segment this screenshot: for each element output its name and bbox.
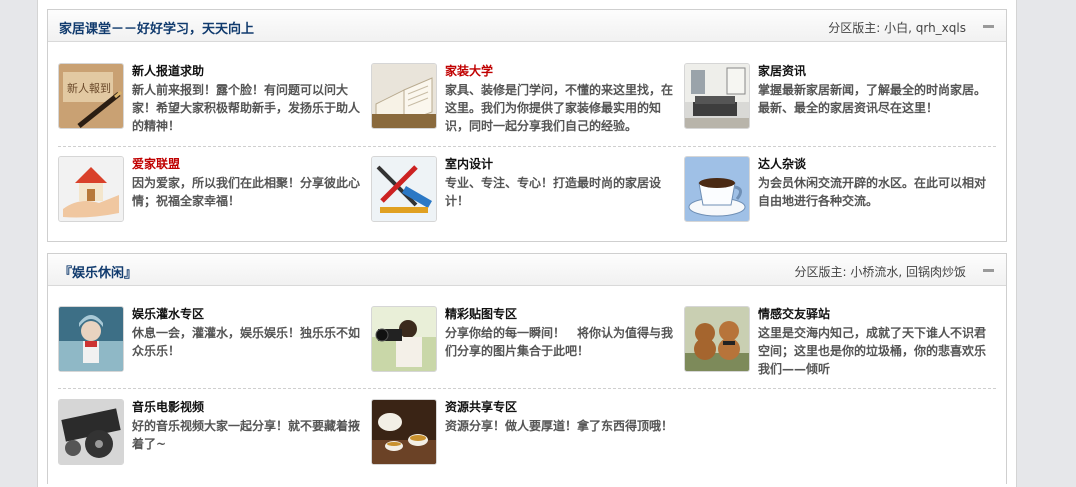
forum-item: 精彩贴图专区 分享你给的每一瞬间！ 将你认为值得与我们分享的图片集合于此吧！ (371, 306, 677, 376)
forum-description: 专业、专注、专心！打造最时尚的家居设计！ (445, 176, 662, 208)
pen-calligraphy-icon[interactable]: 新人報到 (58, 63, 124, 129)
forum-name[interactable]: 家装大学 (445, 63, 493, 79)
collapse-icon[interactable] (983, 25, 994, 28)
film-reel-icon[interactable] (58, 399, 124, 465)
forum-description: 分享你给的每一瞬间！ 将你认为值得与我们分享的图片集合于此吧！ (445, 326, 674, 358)
forum-item: 新人報到 新人报道求助 新人前来报到！露个脸！有问题可以问大家！希望大家积极帮助… (58, 63, 364, 133)
forum-description: 休息一会，灌灌水，娱乐娱乐！独乐乐不如众乐乐！ (132, 326, 361, 358)
row-divider (58, 146, 996, 147)
forum-name[interactable]: 爱家联盟 (132, 156, 180, 172)
forum-description: 因为爱家，所以我们在此相聚！分享彼此心情；祝福全家幸福！ (132, 176, 361, 208)
forum-description: 资源分享！做人要厚道！拿了东西得顶哦！ (445, 419, 674, 433)
anime-character-icon[interactable] (58, 306, 124, 372)
category-moderators: 分区版主: 小白, qrh_xqls (828, 21, 966, 35)
living-room-icon[interactable] (684, 63, 750, 129)
forum-name[interactable]: 音乐电影视频 (132, 399, 204, 415)
forum-description: 新人前来报到！露个脸！有问题可以问大家！希望大家积极帮助新手，发扬乐于助人的精神… (132, 83, 361, 133)
forum-name[interactable]: 资源共享专区 (445, 399, 517, 415)
forum-name[interactable]: 室内设计 (445, 156, 493, 172)
forum-item: 音乐电影视频 好的音乐视频大家一起分享！就不要藏着掖着了~ (58, 399, 364, 469)
open-book-icon[interactable] (371, 63, 437, 129)
forum-item: 资源共享专区 资源分享！做人要厚道！拿了东西得顶哦！ (371, 399, 677, 469)
photographer-icon[interactable] (371, 306, 437, 372)
forum-description: 这里是交海内知己，成就了天下谁人不识君空间；这里也是你的垃圾桶，你的悲喜欢乐我们… (758, 326, 987, 376)
forum-item: 爱家联盟 因为爱家，所以我们在此相聚！分享彼此心情；祝福全家幸福！ (58, 156, 364, 226)
poodle-dogs-icon[interactable] (684, 306, 750, 372)
category-title[interactable]: 『娱乐休闲』 (59, 262, 137, 281)
forum-item: 家装大学 家具、装修是门学问，不懂的来这里找，在这里。我们为你提供了家装修最实用… (371, 63, 677, 133)
forum-name[interactable]: 娱乐灌水专区 (132, 306, 204, 322)
tea-set-icon[interactable] (371, 399, 437, 465)
forum-item: 娱乐灌水专区 休息一会，灌灌水，娱乐娱乐！独乐乐不如众乐乐！ (58, 306, 364, 376)
house-in-hand-icon[interactable] (58, 156, 124, 222)
forum-item: 情感交友驿站 这里是交海内知己，成就了天下谁人不识君空间；这里也是你的垃圾桶，你… (684, 306, 990, 376)
design-tools-icon[interactable] (371, 156, 437, 222)
collapse-icon[interactable] (983, 269, 994, 272)
category-entertainment: 『娱乐休闲』 分区版主: 小桥流水, 回锅肉炒饭 娱乐灌水专区 休息一会，灌灌水… (47, 253, 1007, 484)
forum-name[interactable]: 情感交友驿站 (758, 306, 830, 322)
forum-description: 家具、装修是门学问，不懂的来这里找，在这里。我们为你提供了家装修最实用的知识，同… (445, 83, 674, 133)
forum-item: 家居资讯 掌握最新家居新闻，了解最全的时尚家居。最新、最全的家居资讯尽在这里！ (684, 63, 990, 133)
forum-name[interactable]: 精彩贴图专区 (445, 306, 517, 322)
forum-name[interactable]: 家居资讯 (758, 63, 806, 79)
forum-description: 掌握最新家居新闻，了解最全的时尚家居。最新、最全的家居资讯尽在这里！ (758, 83, 987, 115)
category-home-class: 家居课堂－－好好学习，天天向上 分区版主: 小白, qrh_xqls 新人報到 … (47, 9, 1007, 242)
forum-name[interactable]: 达人杂谈 (758, 156, 806, 172)
row-divider (58, 388, 996, 389)
svg-text:新人報到: 新人報到 (67, 81, 111, 95)
forum-name[interactable]: 新人报道求助 (132, 63, 204, 79)
forum-item: 达人杂谈 为会员休闲交流开辟的水区。在此可以相对自由地进行各种交流。 (684, 156, 990, 226)
category-header: 家居课堂－－好好学习，天天向上 分区版主: 小白, qrh_xqls (48, 10, 1006, 42)
forum-item: 室内设计 专业、专注、专心！打造最时尚的家居设计！ (371, 156, 677, 226)
category-title[interactable]: 家居课堂－－好好学习，天天向上 (59, 18, 254, 37)
category-header: 『娱乐休闲』 分区版主: 小桥流水, 回锅肉炒饭 (48, 254, 1006, 286)
category-moderators: 分区版主: 小桥流水, 回锅肉炒饭 (794, 265, 967, 279)
forum-description: 好的音乐视频大家一起分享！就不要藏着掖着了~ (132, 419, 361, 451)
forum-description: 为会员休闲交流开辟的水区。在此可以相对自由地进行各种交流。 (758, 176, 987, 208)
main-content: 家居课堂－－好好学习，天天向上 分区版主: 小白, qrh_xqls 新人報到 … (37, 0, 1017, 487)
coffee-cup-icon[interactable] (684, 156, 750, 222)
